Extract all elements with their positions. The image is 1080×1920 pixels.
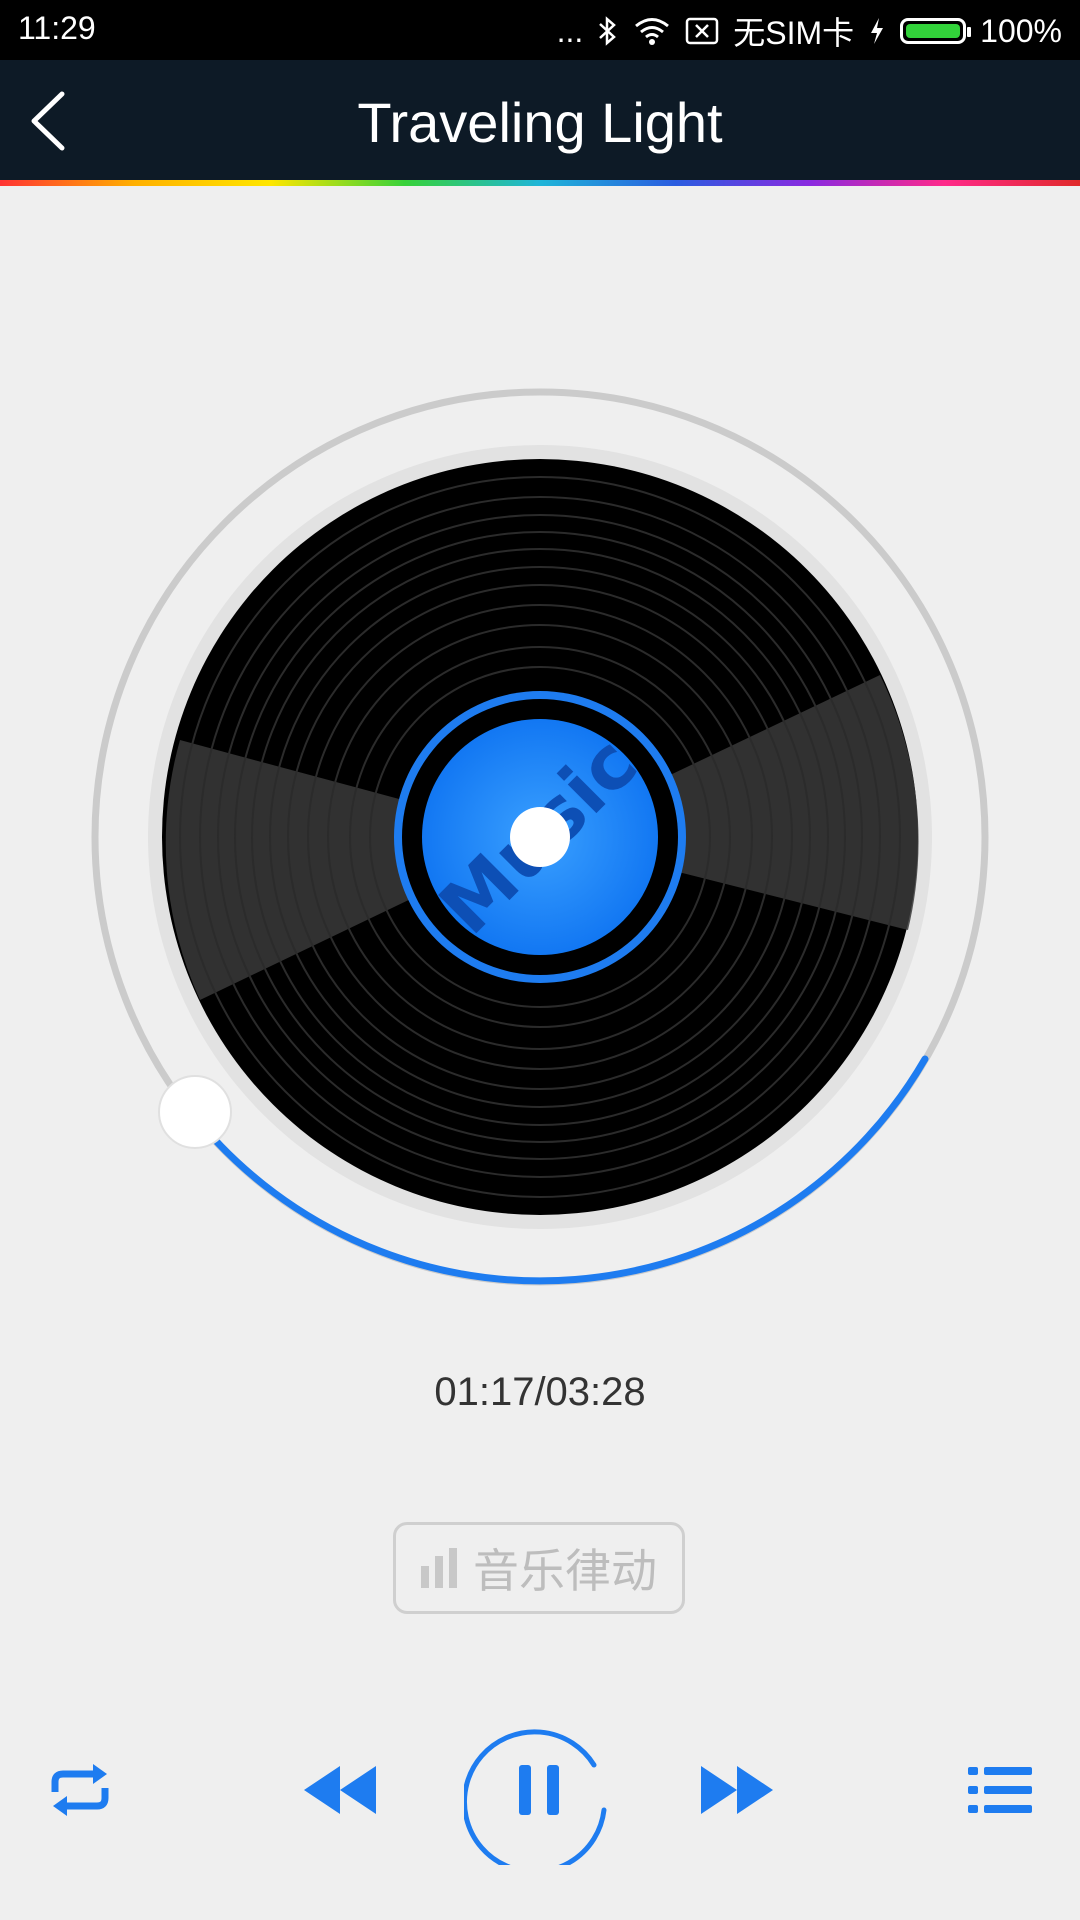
time-display: 01:17/03:28 [434, 1370, 646, 1414]
more-dots-icon: ... [556, 12, 584, 49]
charging-icon [868, 16, 886, 46]
no-sim-icon [685, 16, 719, 46]
status-time: 11:29 [18, 10, 96, 46]
disc-area: Music [0, 180, 1080, 1330]
pause-icon [464, 1729, 607, 1865]
header-bar: Traveling Light [0, 60, 1080, 186]
music-rhythm-label: 音乐律动 [473, 1545, 657, 1597]
fast-forward-icon [701, 1766, 773, 1814]
wifi-icon [633, 16, 671, 46]
vinyl-disc: Music [91, 388, 989, 1286]
repeat-icon [51, 1764, 109, 1816]
carrier-text: 无SIM卡 [733, 15, 855, 51]
battery-icon [900, 18, 972, 44]
status-bar: 11:29 ... 无SIM卡 100% [0, 0, 1080, 60]
rewind-icon [304, 1766, 376, 1814]
page-title: Traveling Light [357, 91, 723, 154]
playlist-button[interactable] [960, 1755, 1040, 1825]
previous-button[interactable] [300, 1755, 380, 1825]
repeat-button[interactable] [40, 1755, 120, 1825]
music-rhythm-button[interactable]: 音乐律动 [393, 1522, 685, 1614]
battery-percent: 100% [980, 12, 1062, 49]
playlist-icon [968, 1767, 1032, 1813]
next-button[interactable] [697, 1755, 777, 1825]
playback-controls [0, 1700, 1080, 1880]
progress-thumb [158, 1075, 232, 1149]
bluetooth-icon [597, 16, 619, 46]
equalizer-icon [421, 1548, 457, 1588]
pause-button[interactable] [464, 1715, 614, 1865]
